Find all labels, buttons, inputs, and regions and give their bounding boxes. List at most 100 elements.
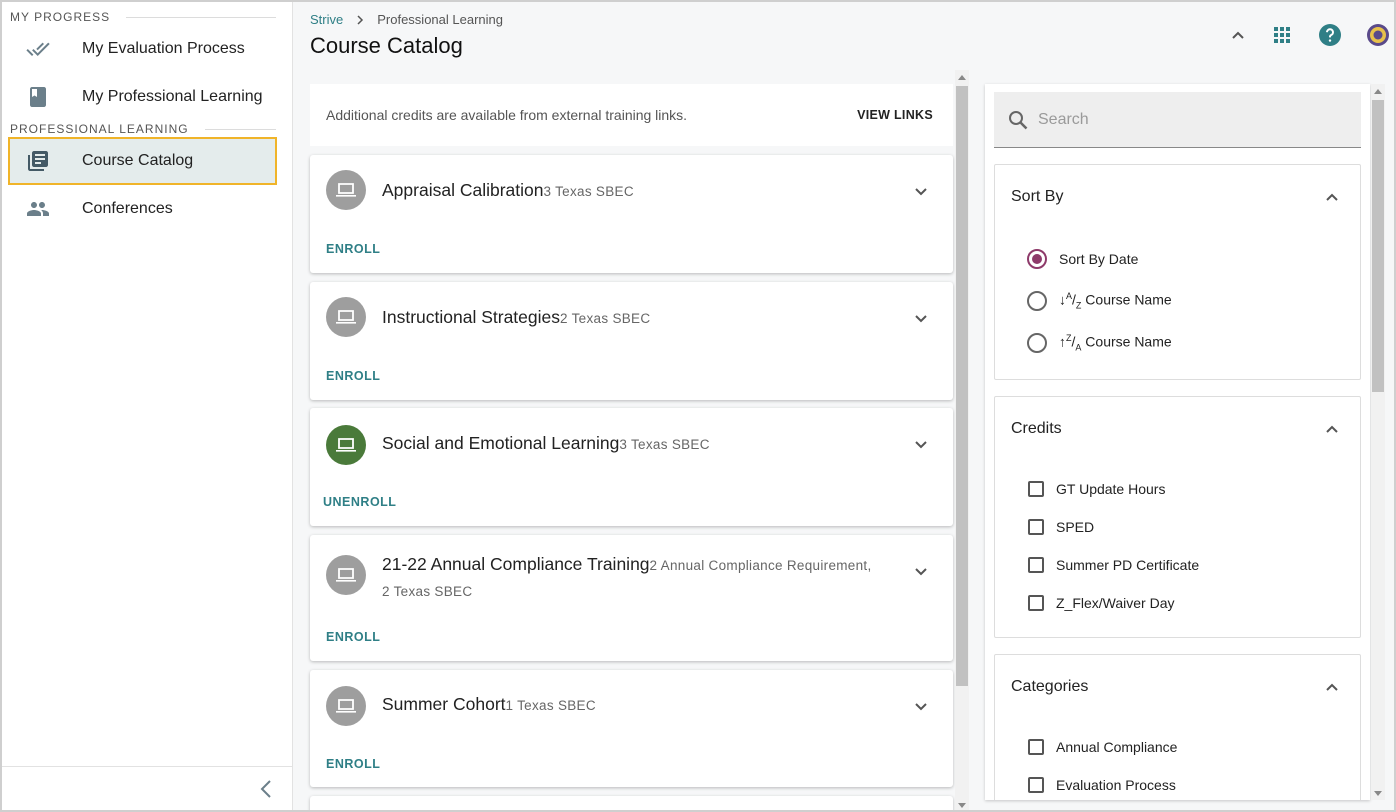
chevron-down-icon[interactable] bbox=[909, 306, 933, 330]
category-option[interactable]: Evaluation Process bbox=[1028, 777, 1176, 793]
page-title: Course Catalog bbox=[310, 33, 463, 58]
course-card[interactable]: 21-22 Annual Compliance Training2 Annual… bbox=[310, 535, 953, 661]
course-title: 21-22 Annual Compliance Training2 Annual… bbox=[382, 554, 872, 599]
categories-section: Categories Annual Compliance Evaluation … bbox=[994, 654, 1361, 800]
view-links-button[interactable]: VIEW LINKS bbox=[857, 108, 933, 122]
chevron-down-icon[interactable] bbox=[909, 432, 933, 456]
sidebar-footer bbox=[2, 766, 293, 810]
course-card[interactable]: Summer Cohort1 Texas SBEC ENROLL bbox=[310, 670, 953, 787]
chevron-down-icon[interactable] bbox=[909, 179, 933, 203]
search-icon bbox=[1009, 111, 1028, 130]
sort-option-name-asc[interactable]: ↓A/Z Course Name bbox=[1027, 291, 1172, 311]
credit-option[interactable]: Z_Flex/Waiver Day bbox=[1028, 595, 1175, 611]
filter-panel: Sort By Sort By Date ↓A/Z Course Name ↑Z… bbox=[985, 84, 1370, 800]
laptop-icon bbox=[336, 310, 356, 324]
sort-option-date[interactable]: Sort By Date bbox=[1027, 249, 1138, 269]
radio[interactable] bbox=[1027, 291, 1047, 311]
enroll-button[interactable]: ENROLL bbox=[326, 630, 380, 644]
section-professional-learning: PROFESSIONAL LEARNING bbox=[10, 122, 276, 136]
course-card[interactable]: Appraisal Calibration3 Texas SBEC ENROLL bbox=[310, 155, 953, 273]
scroll-down-arrow[interactable] bbox=[958, 803, 966, 808]
radio[interactable] bbox=[1027, 333, 1047, 353]
section-label: MY PROGRESS bbox=[10, 10, 111, 24]
course-list-scrollbar[interactable] bbox=[955, 70, 969, 812]
chevron-up-icon[interactable] bbox=[1320, 185, 1344, 209]
sidebar-item-label: My Evaluation Process bbox=[82, 40, 245, 57]
checkbox[interactable] bbox=[1028, 739, 1044, 755]
radio-selected[interactable] bbox=[1027, 249, 1047, 269]
section-label: PROFESSIONAL LEARNING bbox=[10, 122, 189, 136]
sidebar-item-professional-learning[interactable]: My Professional Learning bbox=[8, 73, 277, 121]
apps-grid-icon[interactable] bbox=[1270, 23, 1294, 47]
course-title: Appraisal Calibration3 Texas SBEC bbox=[382, 180, 634, 200]
library-books-icon bbox=[28, 151, 48, 171]
checkbox[interactable] bbox=[1028, 595, 1044, 611]
chevron-right-icon bbox=[355, 14, 365, 25]
chevron-down-icon[interactable] bbox=[909, 694, 933, 718]
external-links-notice: Additional credits are available from ex… bbox=[310, 84, 953, 146]
course-title: Social and Emotional Learning3 Texas SBE… bbox=[382, 433, 710, 453]
sort-by-heading: Sort By bbox=[1011, 188, 1064, 205]
credit-option[interactable]: SPED bbox=[1028, 519, 1094, 535]
course-avatar bbox=[326, 686, 366, 726]
laptop-icon bbox=[336, 183, 356, 197]
course-avatar bbox=[326, 555, 366, 595]
laptop-icon bbox=[336, 699, 356, 713]
user-avatar[interactable] bbox=[1366, 23, 1390, 47]
unenroll-button[interactable]: UNENROLL bbox=[323, 495, 396, 509]
credit-option[interactable]: GT Update Hours bbox=[1028, 481, 1165, 497]
credit-option[interactable]: Summer PD Certificate bbox=[1028, 557, 1199, 573]
scroll-up-arrow[interactable] bbox=[958, 75, 966, 80]
sort-desc-label: ↑Z/A Course Name bbox=[1059, 333, 1172, 353]
course-card[interactable]: Social and Emotional Learning3 Texas SBE… bbox=[310, 408, 953, 526]
search-box[interactable] bbox=[994, 92, 1361, 148]
chevron-left-icon[interactable] bbox=[255, 777, 279, 801]
course-credit: 1 Texas SBEC bbox=[505, 698, 596, 713]
course-credit: 3 Texas SBEC bbox=[543, 184, 634, 199]
checkbox[interactable] bbox=[1028, 557, 1044, 573]
sidebar-item-label: Conferences bbox=[82, 200, 173, 217]
chevron-up-icon[interactable] bbox=[1320, 417, 1344, 441]
checkbox[interactable] bbox=[1028, 519, 1044, 535]
laptop-icon bbox=[336, 568, 356, 582]
sidebar-item-course-catalog[interactable]: Course Catalog bbox=[8, 137, 277, 185]
breadcrumb-current: Professional Learning bbox=[377, 12, 503, 27]
credits-heading: Credits bbox=[1011, 420, 1062, 437]
course-avatar bbox=[326, 170, 366, 210]
search-input[interactable] bbox=[1038, 106, 1338, 134]
laptop-icon bbox=[336, 438, 356, 452]
course-avatar-enrolled bbox=[326, 425, 366, 465]
section-my-progress: MY PROGRESS bbox=[10, 10, 276, 24]
chevron-up-icon[interactable] bbox=[1320, 675, 1344, 699]
enroll-button[interactable]: ENROLL bbox=[326, 757, 380, 771]
course-card[interactable] bbox=[310, 796, 953, 812]
sidebar-item-evaluation-process[interactable]: My Evaluation Process bbox=[8, 25, 277, 73]
scroll-up-arrow[interactable] bbox=[1374, 89, 1382, 94]
sidebar: MY PROGRESS My Evaluation Process My Pro… bbox=[2, 2, 293, 810]
category-option[interactable]: Annual Compliance bbox=[1028, 739, 1177, 755]
chevron-down-icon[interactable] bbox=[909, 559, 933, 583]
double-check-icon bbox=[26, 42, 50, 56]
checkbox[interactable] bbox=[1028, 481, 1044, 497]
help-icon[interactable] bbox=[1318, 23, 1342, 47]
course-credit: 2 Texas SBEC bbox=[560, 311, 651, 326]
enroll-button[interactable]: ENROLL bbox=[326, 242, 380, 256]
sidebar-item-label: Course Catalog bbox=[82, 152, 194, 169]
sort-option-name-desc[interactable]: ↑Z/A Course Name bbox=[1027, 333, 1172, 353]
course-title: Summer Cohort1 Texas SBEC bbox=[382, 694, 596, 714]
course-avatar bbox=[326, 297, 366, 337]
sort-asc-label: ↓A/Z Course Name bbox=[1059, 291, 1172, 311]
scrollbar-thumb[interactable] bbox=[1372, 100, 1384, 392]
filter-panel-scrollbar[interactable] bbox=[1371, 84, 1385, 800]
course-card[interactable]: Instructional Strategies2 Texas SBEC ENR… bbox=[310, 282, 953, 400]
checkbox[interactable] bbox=[1028, 777, 1044, 793]
scrollbar-thumb[interactable] bbox=[956, 86, 968, 686]
scroll-down-arrow[interactable] bbox=[1374, 791, 1382, 796]
book-icon bbox=[30, 87, 46, 107]
breadcrumb-link-strive[interactable]: Strive bbox=[310, 12, 343, 27]
enroll-button[interactable]: ENROLL bbox=[326, 369, 380, 383]
sidebar-item-conferences[interactable]: Conferences bbox=[8, 185, 277, 233]
chevron-up-icon[interactable] bbox=[1226, 23, 1250, 47]
sort-by-section: Sort By Sort By Date ↓A/Z Course Name ↑Z… bbox=[994, 164, 1361, 380]
notice-text: Additional credits are available from ex… bbox=[326, 107, 688, 123]
